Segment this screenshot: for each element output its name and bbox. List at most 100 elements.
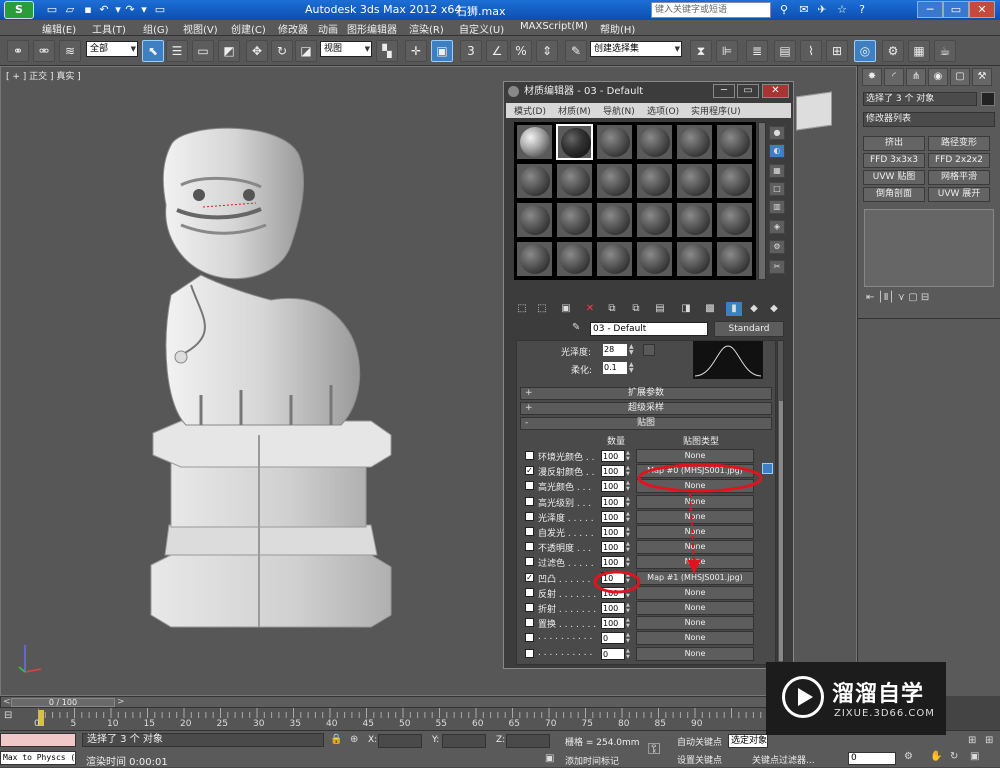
add-time-tag-button[interactable]: 添加时间标记 bbox=[565, 754, 619, 767]
key-filters-button[interactable]: 关键点过滤器... bbox=[752, 753, 815, 766]
map-amount-spinner[interactable]: ▲ ▼ bbox=[626, 496, 632, 508]
track-bar[interactable]: ⊟ 0 5 10 15 20 25 30 35 40 45 50 55 60 65 70 75 80 85 90 bbox=[0, 708, 770, 730]
bind-space-warp-icon[interactable]: ≋ bbox=[59, 40, 81, 62]
map-enable-checkbox[interactable] bbox=[525, 451, 534, 460]
stack-tools-row[interactable]: ⇤ │Ⅱ│ ⋎ ▢ ⊟ bbox=[866, 292, 994, 308]
minimize-button[interactable]: ─ bbox=[917, 1, 943, 18]
map-amount-field[interactable]: 100 bbox=[601, 602, 625, 614]
map-enable-checkbox[interactable] bbox=[525, 557, 534, 567]
rollout-extended-params[interactable]: + 扩展参数 bbox=[520, 387, 772, 400]
map-amount-spinner[interactable]: ▲ ▼ bbox=[626, 556, 632, 568]
maximize-button[interactable]: ▭ bbox=[943, 1, 969, 18]
rendered-frame-icon[interactable]: ▦ bbox=[908, 40, 930, 62]
map-enable-checkbox[interactable] bbox=[525, 603, 534, 612]
menu-animation[interactable]: 动画 bbox=[318, 21, 338, 36]
material-slot[interactable] bbox=[556, 202, 593, 238]
map-amount-field[interactable]: 100 bbox=[601, 450, 625, 462]
map-amount-spinner[interactable]: ▲ ▼ bbox=[626, 648, 632, 660]
map-slot-button[interactable]: None bbox=[636, 540, 754, 555]
maxscript-listener-field[interactable]: Max to Physcs ( bbox=[0, 751, 76, 765]
map-slot-button[interactable]: None bbox=[636, 616, 754, 631]
binoculars-icon[interactable]: ⚲ bbox=[776, 2, 792, 18]
drag-map-handle-icon[interactable] bbox=[762, 463, 773, 474]
orbit-icon[interactable]: ↻ bbox=[950, 751, 958, 762]
selection-info-field[interactable]: 选择了 3 个 对象 bbox=[863, 92, 977, 106]
modifier-unwrap-uvw-button[interactable]: UVW 展开 bbox=[928, 187, 990, 202]
menu-modifiers[interactable]: 修改器 bbox=[278, 21, 308, 36]
map-amount-field[interactable]: 100 bbox=[601, 510, 625, 523]
material-slot[interactable] bbox=[556, 163, 593, 199]
material-slot[interactable] bbox=[716, 163, 753, 199]
rect-selection-icon[interactable]: ▭ bbox=[192, 40, 214, 62]
open-file-icon[interactable]: ▱ bbox=[62, 2, 78, 17]
copy-material-icon[interactable]: ⧉ bbox=[604, 302, 620, 316]
modifier-extrude-button[interactable]: 挤出 bbox=[863, 136, 925, 151]
modifier-path-deform-button[interactable]: 路径变形 bbox=[928, 136, 990, 151]
material-editor-titlebar[interactable]: 材质编辑器 - 03 - Default ─ ▭ ✕ bbox=[504, 82, 793, 101]
show-end-result-icon[interactable]: ▮ bbox=[726, 302, 742, 316]
map-amount-field[interactable]: 0 bbox=[601, 647, 625, 660]
map-amount-spinner[interactable]: ▲ ▼ bbox=[626, 572, 632, 584]
map-enable-checkbox[interactable]: ✓ bbox=[525, 572, 534, 582]
material-slot[interactable] bbox=[556, 124, 593, 160]
menu-maxscript[interactable]: MAXScript(M) bbox=[520, 21, 588, 32]
menu-help[interactable]: 帮助(H) bbox=[600, 21, 635, 36]
map-enable-checkbox[interactable] bbox=[525, 587, 534, 597]
med-menu-material[interactable]: 材质(M) bbox=[558, 104, 591, 117]
glossiness-map-button[interactable] bbox=[643, 344, 655, 356]
map-slot-button[interactable]: None bbox=[636, 494, 754, 509]
material-slot[interactable] bbox=[636, 163, 673, 199]
map-amount-field[interactable]: 100 bbox=[601, 495, 625, 508]
maximize-viewport-icon[interactable]: ▣ bbox=[970, 751, 979, 762]
material-type-button[interactable]: Standard bbox=[714, 321, 784, 337]
map-enable-checkbox[interactable] bbox=[525, 542, 534, 552]
make-preview-icon[interactable]: ◈ bbox=[769, 220, 785, 234]
map-enable-checkbox[interactable] bbox=[525, 481, 534, 491]
mirror-icon[interactable]: ⧗ bbox=[690, 40, 712, 62]
keyboard-shortcut-icon[interactable]: ▣ bbox=[431, 40, 453, 62]
map-amount-spinner[interactable]: ▲ ▼ bbox=[626, 526, 632, 538]
transform-mode-icon[interactable]: ⊕ bbox=[350, 734, 358, 745]
selection-lock-icon[interactable]: 🔒 bbox=[330, 734, 342, 745]
modify-tab-icon[interactable]: ◜ bbox=[884, 68, 904, 86]
menu-group[interactable]: 组(G) bbox=[143, 21, 169, 36]
close-button[interactable]: ✕ bbox=[969, 1, 995, 18]
rollout-supersampling[interactable]: + 超级采样 bbox=[520, 402, 772, 415]
soften-spinner[interactable]: ▲ ▼ bbox=[629, 362, 634, 374]
background-checker-icon[interactable]: ▦ bbox=[769, 164, 785, 178]
map-slot-button[interactable]: None bbox=[636, 555, 754, 570]
material-name-field[interactable]: 03 - Default bbox=[590, 322, 708, 336]
set-key-button[interactable]: 设置关键点 bbox=[677, 753, 722, 766]
material-slot[interactable] bbox=[636, 241, 673, 277]
maxscript-listener-pink[interactable] bbox=[0, 733, 76, 747]
menu-graph-editors[interactable]: 图形编辑器 bbox=[347, 21, 397, 36]
communication-icon[interactable]: ✈ bbox=[814, 2, 830, 18]
material-slot[interactable] bbox=[596, 241, 633, 277]
map-amount-field[interactable]: 100 bbox=[601, 526, 625, 538]
edit-named-selection-icon[interactable]: ✎ bbox=[565, 40, 587, 62]
pick-material-eyedropper-icon[interactable]: ✎ bbox=[572, 322, 586, 336]
help-icon[interactable]: ? bbox=[854, 2, 870, 18]
material-slot[interactable] bbox=[636, 202, 673, 238]
material-slot[interactable] bbox=[676, 124, 713, 160]
material-slot[interactable] bbox=[716, 241, 753, 277]
move-icon[interactable]: ✥ bbox=[246, 40, 268, 62]
select-object-icon[interactable]: ⬉ bbox=[142, 40, 164, 62]
material-slot[interactable] bbox=[516, 163, 553, 199]
menu-create[interactable]: 创建(C) bbox=[231, 21, 266, 36]
sample-uv-tiling-icon[interactable]: □ bbox=[769, 182, 785, 196]
map-slot-button[interactable]: None bbox=[636, 479, 754, 494]
menu-edit[interactable]: 编辑(E) bbox=[42, 21, 76, 36]
material-slot[interactable] bbox=[716, 124, 753, 160]
make-unique-icon[interactable]: ⧉ bbox=[628, 302, 644, 316]
material-slot[interactable] bbox=[596, 202, 633, 238]
glossiness-field[interactable]: 28 bbox=[603, 344, 627, 356]
map-slot-button[interactable]: None bbox=[636, 601, 754, 615]
soften-field[interactable]: 0.1 bbox=[603, 362, 627, 374]
map-amount-spinner[interactable]: ▲ ▼ bbox=[626, 617, 632, 629]
map-amount-field[interactable]: 100 bbox=[601, 465, 625, 478]
curve-editor-icon[interactable]: ⌇ bbox=[800, 40, 822, 62]
selection-filter-dropdown[interactable]: 全部 bbox=[86, 41, 138, 57]
x-coord-field[interactable] bbox=[378, 734, 422, 748]
new-file-icon[interactable]: ▭ bbox=[44, 2, 60, 17]
